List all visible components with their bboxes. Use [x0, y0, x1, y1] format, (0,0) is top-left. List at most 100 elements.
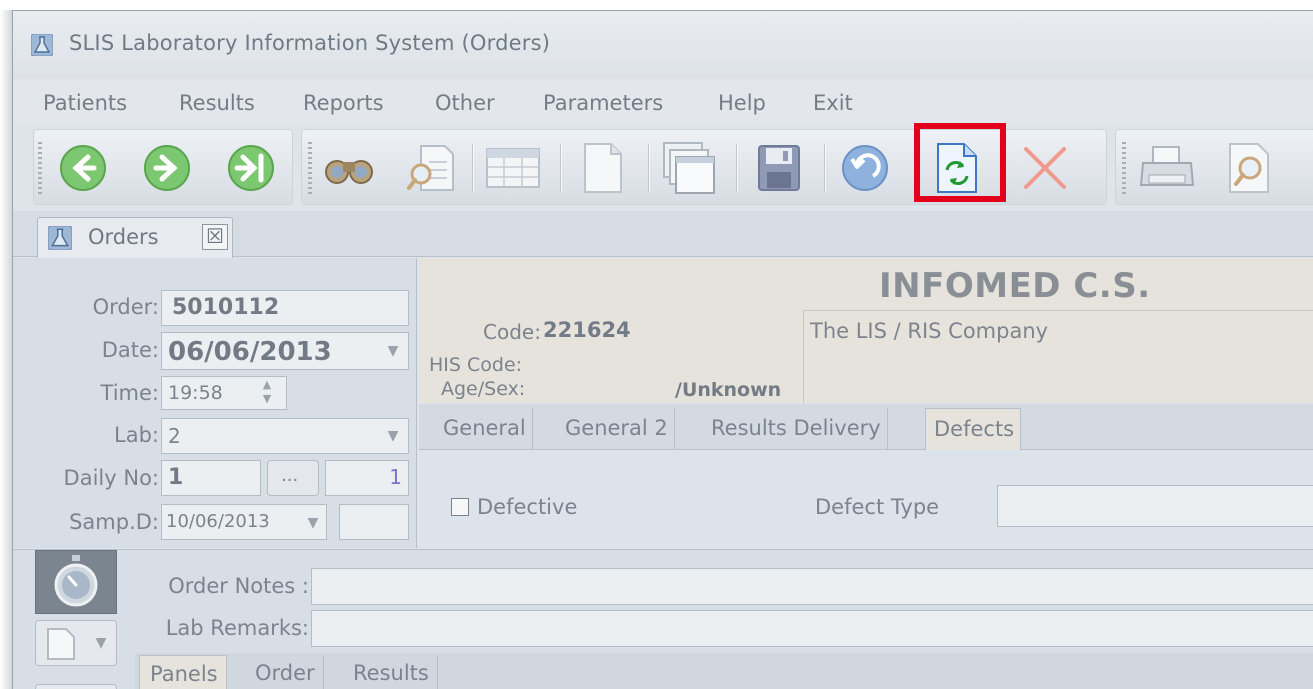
- new-document-dropdown-button[interactable]: ▼: [35, 620, 117, 666]
- toolbar-grip[interactable]: [1122, 142, 1126, 194]
- code-value: 221624: [543, 318, 631, 342]
- flask-icon: [31, 34, 53, 56]
- toolbar-grip[interactable]: [308, 142, 312, 194]
- forward-arrow-icon: [144, 145, 190, 191]
- binoculars-icon: [325, 160, 373, 184]
- new-button[interactable]: [572, 138, 634, 198]
- chevron-down-icon[interactable]: ▼: [382, 428, 404, 444]
- window-shadow: [0, 10, 12, 689]
- close-icon: ☒: [206, 224, 224, 248]
- menu-other[interactable]: Other: [435, 91, 495, 115]
- notes-area: Order Notes : Lab Remarks: ▼ Panels Orde…: [13, 549, 1313, 689]
- chevron-down-icon[interactable]: ▼: [302, 515, 324, 531]
- find-button[interactable]: [318, 138, 380, 198]
- table-grid-icon: [486, 148, 540, 188]
- daily-no-field[interactable]: 1: [161, 460, 261, 496]
- tab-results-delivery[interactable]: Results Delivery: [703, 408, 888, 450]
- defect-type-field[interactable]: [997, 485, 1313, 527]
- delete-x-icon: [1024, 147, 1066, 189]
- table-view-button[interactable]: [482, 138, 544, 198]
- company-box: The LIS / RIS Company: [803, 310, 1313, 403]
- daily-count-value: 1: [389, 465, 402, 489]
- toolbar-separator: [824, 144, 826, 192]
- stopwatch-icon: [54, 555, 98, 607]
- lab-value: 2: [168, 424, 181, 448]
- menu-help[interactable]: Help: [718, 91, 766, 115]
- save-button[interactable]: [748, 138, 810, 198]
- daily-no-browse-button[interactable]: ...: [267, 460, 319, 496]
- last-record-button[interactable]: [220, 138, 282, 198]
- app-window: SLIS Laboratory Information System (Orde…: [12, 10, 1313, 689]
- menu-patients[interactable]: Patients: [43, 91, 127, 115]
- delete-button[interactable]: [1014, 138, 1076, 198]
- his-code-label: HIS Code:: [429, 354, 523, 376]
- defects-tab-content: Defective Defect Type: [419, 451, 1313, 548]
- sampling-extra-field[interactable]: [339, 504, 409, 540]
- forward-button[interactable]: [136, 138, 198, 198]
- back-button[interactable]: [52, 138, 114, 198]
- stopwatch-button[interactable]: [35, 550, 117, 614]
- toolbar-separator: [736, 144, 738, 192]
- tab-order[interactable]: Order: [245, 655, 324, 689]
- flask-icon: [48, 226, 72, 250]
- main-toolbar: [33, 127, 1313, 207]
- last-record-icon: [228, 145, 274, 191]
- document-tab-strip: Orders ☒: [13, 211, 1313, 258]
- save-disk-icon: [758, 145, 800, 191]
- lab-label: Lab:: [114, 423, 159, 447]
- defective-checkbox[interactable]: [451, 498, 469, 516]
- menu-parameters[interactable]: Parameters: [543, 91, 663, 115]
- company-tagline: The LIS / RIS Company: [810, 319, 1049, 343]
- toolbar-group-print: [1115, 129, 1313, 205]
- print-button[interactable]: [1136, 138, 1198, 198]
- copy-documents-icon: [663, 142, 715, 194]
- secondary-action-button[interactable]: [35, 684, 117, 689]
- date-combo[interactable]: 06/06/2013 ▼: [161, 332, 409, 370]
- lab-combo[interactable]: 2 ▼: [161, 418, 409, 454]
- ellipsis-icon: ...: [281, 465, 299, 486]
- spinner-arrows-icon[interactable]: ▲ ▼: [256, 378, 278, 406]
- printer-icon: [1139, 146, 1195, 186]
- new-document-icon: [47, 628, 75, 660]
- close-tab-button[interactable]: ☒: [202, 224, 228, 250]
- lab-remarks-input[interactable]: [311, 610, 1313, 647]
- tab-panels[interactable]: Panels: [139, 655, 227, 689]
- undo-button[interactable]: [834, 138, 896, 198]
- time-spinner[interactable]: 19:58 ▲ ▼: [161, 376, 287, 410]
- copy-button[interactable]: [658, 138, 720, 198]
- print-preview-icon: [1229, 143, 1269, 193]
- toolbar-grip[interactable]: [38, 142, 42, 194]
- tab-results[interactable]: Results: [343, 655, 438, 689]
- defect-type-label: Defect Type: [815, 495, 940, 519]
- sampling-date-combo[interactable]: 10/06/2013 ▼: [161, 504, 327, 540]
- chevron-down-icon[interactable]: ▼: [90, 635, 112, 651]
- lab-remarks-label: Lab Remarks:: [165, 616, 309, 640]
- new-document-icon: [584, 143, 622, 193]
- date-value: 06/06/2013: [168, 337, 332, 367]
- time-label: Time:: [100, 381, 159, 405]
- age-sex-label: Age/Sex:: [441, 378, 526, 400]
- window-title: SLIS Laboratory Information System (Orde…: [69, 31, 551, 55]
- title-bar: SLIS Laboratory Information System (Orde…: [13, 11, 1313, 79]
- tab-general[interactable]: General: [435, 408, 533, 450]
- defective-label: Defective: [477, 495, 578, 519]
- order-label: Order:: [92, 295, 159, 319]
- order-notes-input[interactable]: [311, 568, 1313, 605]
- order-notes-label: Order Notes :: [168, 574, 309, 598]
- chevron-down-icon[interactable]: ▼: [382, 343, 404, 359]
- tab-orders-label: Orders: [88, 225, 159, 249]
- tab-defects[interactable]: Defects: [925, 408, 1022, 450]
- toolbar-group-navigation: [33, 129, 293, 205]
- daily-no-label: Daily No:: [63, 466, 159, 490]
- order-number-field[interactable]: 5010112: [161, 290, 409, 326]
- toolbar-separator: [560, 144, 562, 192]
- menu-reports[interactable]: Reports: [303, 91, 384, 115]
- tab-general-2[interactable]: General 2: [557, 408, 675, 450]
- undo-icon: [842, 145, 888, 191]
- print-preview-button[interactable]: [1218, 138, 1280, 198]
- menu-results[interactable]: Results: [179, 91, 255, 115]
- daily-count-field: 1: [325, 460, 409, 496]
- search-document-button[interactable]: [400, 138, 462, 198]
- menu-exit[interactable]: Exit: [813, 91, 853, 115]
- tab-orders[interactable]: Orders ☒: [37, 217, 233, 258]
